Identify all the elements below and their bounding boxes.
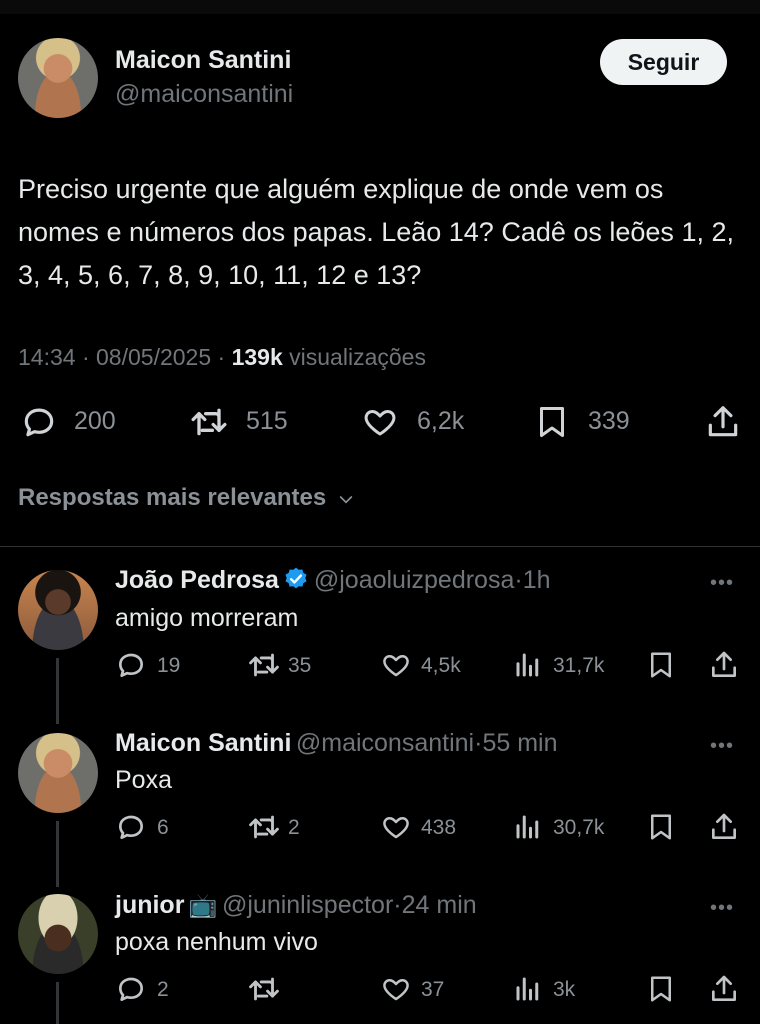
views-icon[interactable] xyxy=(513,974,543,1004)
thread-line xyxy=(56,658,59,724)
more-options-icon[interactable]: ••• xyxy=(710,897,734,920)
replies-sort-label: Respostas mais relevantes xyxy=(18,484,327,511)
like-count: 4,5k xyxy=(421,654,461,677)
reply-text: poxa nenhum vivo xyxy=(115,928,318,956)
separator: · xyxy=(81,344,90,370)
retweet-count: 515 xyxy=(246,407,288,435)
bookmark-count: 339 xyxy=(588,407,630,435)
reply-author-handle[interactable]: @juninlispector xyxy=(222,891,393,919)
like-icon[interactable] xyxy=(380,650,412,680)
views-count: 139k xyxy=(231,344,283,370)
separator: · xyxy=(217,344,226,370)
reply-count: 200 xyxy=(74,407,116,435)
like-icon[interactable] xyxy=(361,404,399,440)
avatar[interactable] xyxy=(18,570,98,650)
like-icon[interactable] xyxy=(380,974,412,1004)
reply-author-handle[interactable]: @maiconsantini xyxy=(296,729,474,757)
reply-header: João Pedrosa @joaoluizpedrosa·1h xyxy=(115,566,551,597)
top-bar xyxy=(0,0,760,14)
thread-line xyxy=(56,821,59,887)
author-handle[interactable]: @maiconsantini xyxy=(115,80,293,109)
reply-time[interactable]: 55 min xyxy=(482,729,557,757)
share-icon[interactable] xyxy=(704,402,742,442)
share-icon[interactable] xyxy=(708,972,740,1006)
separator: · xyxy=(514,566,523,594)
reply-author-name[interactable]: João Pedrosa xyxy=(115,566,279,594)
reply-text: Poxa xyxy=(115,766,172,794)
views-label: visualizações xyxy=(289,344,426,370)
avatar[interactable] xyxy=(18,733,98,813)
retweet-icon[interactable] xyxy=(188,402,230,442)
more-options-icon[interactable]: ••• xyxy=(710,572,734,595)
reply-header: Maicon Santini @maiconsantini·55 min xyxy=(115,729,557,758)
reply-count: 6 xyxy=(157,816,169,839)
tweet-meta: 14:34 · 08/05/2025 · 139k visualizações xyxy=(18,344,426,371)
divider xyxy=(0,546,760,547)
retweet-icon[interactable] xyxy=(246,810,282,844)
share-icon[interactable] xyxy=(708,648,740,682)
like-count: 37 xyxy=(421,978,445,1001)
bookmark-icon[interactable] xyxy=(646,648,676,682)
reply-count: 2 xyxy=(157,978,169,1001)
reply-count: 19 xyxy=(157,654,181,677)
bookmark-icon[interactable] xyxy=(646,810,676,844)
author-name[interactable]: Maicon Santini xyxy=(115,46,291,75)
chevron-down-icon xyxy=(333,489,359,509)
tweet-time[interactable]: 14:34 xyxy=(18,344,76,370)
views-count: 3k xyxy=(553,978,576,1001)
tweet-date[interactable]: 08/05/2025 xyxy=(96,344,211,370)
separator: · xyxy=(393,891,402,919)
share-icon[interactable] xyxy=(708,810,740,844)
reply-time[interactable]: 1h xyxy=(523,566,551,594)
retweet-icon[interactable] xyxy=(246,648,282,682)
bookmark-icon[interactable] xyxy=(534,402,570,442)
like-icon[interactable] xyxy=(380,812,412,842)
views-count: 31,7k xyxy=(553,654,605,677)
views-count: 30,7k xyxy=(553,816,605,839)
bookmark-icon[interactable] xyxy=(646,972,676,1006)
replies-sort[interactable]: Respostas mais relevantes xyxy=(18,484,359,512)
retweet-count: 2 xyxy=(288,816,300,839)
like-count: 6,2k xyxy=(417,407,465,435)
like-count: 438 xyxy=(421,816,457,839)
reply-icon[interactable] xyxy=(115,811,147,843)
avatar[interactable] xyxy=(18,38,98,118)
reply-text: amigo morreram xyxy=(115,604,299,632)
reply-author-handle[interactable]: @joaoluizpedrosa xyxy=(314,566,515,594)
retweet-icon[interactable] xyxy=(246,972,282,1006)
reply-icon[interactable] xyxy=(20,403,58,441)
reply-time[interactable]: 24 min xyxy=(402,891,477,919)
views-icon[interactable] xyxy=(513,650,543,680)
follow-button[interactable]: Seguir xyxy=(600,39,727,85)
reply-author-name[interactable]: junior xyxy=(115,891,184,919)
retweet-count: 35 xyxy=(288,654,312,677)
thread-line xyxy=(56,982,59,1024)
tv-emoji-icon: 📺 xyxy=(188,892,218,918)
avatar[interactable] xyxy=(18,894,98,974)
tweet-text: Preciso urgente que alguém explique de o… xyxy=(18,174,734,290)
reply-icon[interactable] xyxy=(115,649,147,681)
reply-header: junior 📺 @juninlispector·24 min xyxy=(115,891,477,920)
more-options-icon[interactable]: ••• xyxy=(710,735,734,758)
reply-author-name[interactable]: Maicon Santini xyxy=(115,729,291,757)
views-icon[interactable] xyxy=(513,812,543,842)
reply-icon[interactable] xyxy=(115,973,147,1005)
verified-badge-icon xyxy=(283,566,309,597)
